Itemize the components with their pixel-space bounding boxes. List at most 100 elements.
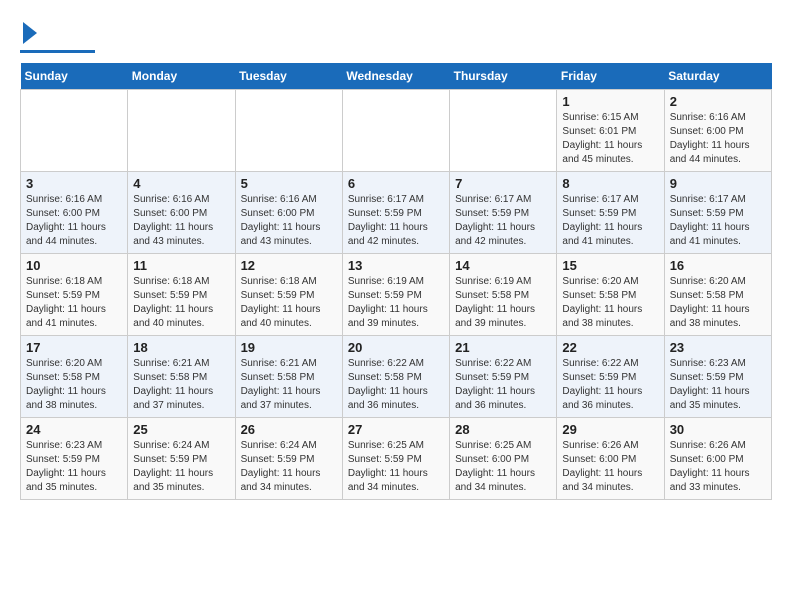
day-number: 25 [133, 422, 229, 437]
calendar-day-cell: 9 Sunrise: 6:17 AMSunset: 5:59 PMDaylight… [664, 172, 771, 254]
calendar-day-cell: 24 Sunrise: 6:23 AMSunset: 5:59 PMDayligh… [21, 418, 128, 500]
calendar-day-cell: 16 Sunrise: 6:20 AMSunset: 5:58 PMDayligh… [664, 254, 771, 336]
calendar-day-cell: 25Sunrise: 6:24 AMSunset: 5:59 PMDayligh… [128, 418, 235, 500]
day-info: Sunrise: 6:17 AMSunset: 5:59 PMDaylight:… [670, 193, 766, 249]
calendar-week-row: 1 Sunrise: 6:15 AMSunset: 6:01 PMDaylight… [21, 90, 772, 172]
calendar-table: SundayMondayTuesdayWednesdayThursdayFrid… [20, 63, 772, 500]
day-number: 17 [26, 340, 122, 355]
calendar-day-cell: 22 Sunrise: 6:22 AMSunset: 5:59 PMDayligh… [557, 336, 664, 418]
day-of-week-header: Sunday [21, 63, 128, 90]
day-info: Sunrise: 6:17 AMSunset: 5:59 PMDaylight:… [455, 193, 551, 249]
day-info: Sunrise: 6:22 AMSunset: 5:59 PMDaylight:… [562, 357, 658, 413]
calendar-day-cell [21, 90, 128, 172]
day-number: 28 [455, 422, 551, 437]
day-number: 29 [562, 422, 658, 437]
calendar-day-cell: 5 Sunrise: 6:16 AMSunset: 6:00 PMDaylight… [235, 172, 342, 254]
calendar-day-cell: 2 Sunrise: 6:16 AMSunset: 6:00 PMDaylight… [664, 90, 771, 172]
day-of-week-header: Wednesday [342, 63, 449, 90]
day-number: 6 [348, 176, 444, 191]
day-info: Sunrise: 6:21 AMSunset: 5:58 PMDaylight:… [133, 357, 229, 413]
calendar-day-cell: 30 Sunrise: 6:26 AMSunset: 6:00 PMDayligh… [664, 418, 771, 500]
calendar-day-cell: 3 Sunrise: 6:16 AMSunset: 6:00 PMDaylight… [21, 172, 128, 254]
calendar-day-cell: 27 Sunrise: 6:25 AMSunset: 5:59 PMDayligh… [342, 418, 449, 500]
day-number: 4 [133, 176, 229, 191]
calendar-day-cell: 28 Sunrise: 6:25 AMSunset: 6:00 PMDayligh… [450, 418, 557, 500]
day-of-week-header: Monday [128, 63, 235, 90]
day-number: 2 [670, 94, 766, 109]
day-info: Sunrise: 6:22 AMSunset: 5:58 PMDaylight:… [348, 357, 444, 413]
day-info: Sunrise: 6:16 AMSunset: 6:00 PMDaylight:… [670, 111, 766, 167]
calendar-day-cell: 15Sunrise: 6:20 AMSunset: 5:58 PMDayligh… [557, 254, 664, 336]
day-number: 22 [562, 340, 658, 355]
day-of-week-header: Thursday [450, 63, 557, 90]
calendar-day-cell [128, 90, 235, 172]
day-number: 15 [562, 258, 658, 273]
day-info: Sunrise: 6:18 AMSunset: 5:59 PMDaylight:… [241, 275, 337, 331]
day-info: Sunrise: 6:16 AMSunset: 6:00 PMDaylight:… [133, 193, 229, 249]
day-info: Sunrise: 6:20 AMSunset: 5:58 PMDaylight:… [26, 357, 122, 413]
calendar-day-cell: 29 Sunrise: 6:26 AMSunset: 6:00 PMDayligh… [557, 418, 664, 500]
calendar-day-cell [235, 90, 342, 172]
day-info: Sunrise: 6:16 AMSunset: 6:00 PMDaylight:… [241, 193, 337, 249]
day-info: Sunrise: 6:23 AMSunset: 5:59 PMDaylight:… [670, 357, 766, 413]
day-info: Sunrise: 6:17 AMSunset: 5:59 PMDaylight:… [562, 193, 658, 249]
calendar-day-cell: 23 Sunrise: 6:23 AMSunset: 5:59 PMDayligh… [664, 336, 771, 418]
calendar-week-row: 3 Sunrise: 6:16 AMSunset: 6:00 PMDaylight… [21, 172, 772, 254]
day-info: Sunrise: 6:23 AMSunset: 5:59 PMDaylight:… [26, 439, 122, 495]
day-info: Sunrise: 6:19 AMSunset: 5:59 PMDaylight:… [348, 275, 444, 331]
day-info: Sunrise: 6:24 AMSunset: 5:59 PMDaylight:… [241, 439, 337, 495]
day-number: 9 [670, 176, 766, 191]
calendar-week-row: 17 Sunrise: 6:20 AMSunset: 5:58 PMDayligh… [21, 336, 772, 418]
day-of-week-header: Tuesday [235, 63, 342, 90]
calendar-day-cell [342, 90, 449, 172]
day-number: 19 [241, 340, 337, 355]
day-number: 13 [348, 258, 444, 273]
calendar-day-cell: 11Sunrise: 6:18 AMSunset: 5:59 PMDayligh… [128, 254, 235, 336]
calendar-header-row: SundayMondayTuesdayWednesdayThursdayFrid… [21, 63, 772, 90]
day-number: 26 [241, 422, 337, 437]
day-number: 1 [562, 94, 658, 109]
calendar-day-cell: 21 Sunrise: 6:22 AMSunset: 5:59 PMDayligh… [450, 336, 557, 418]
day-number: 16 [670, 258, 766, 273]
day-info: Sunrise: 6:25 AMSunset: 6:00 PMDaylight:… [455, 439, 551, 495]
day-number: 30 [670, 422, 766, 437]
day-number: 18 [133, 340, 229, 355]
day-info: Sunrise: 6:17 AMSunset: 5:59 PMDaylight:… [348, 193, 444, 249]
day-number: 21 [455, 340, 551, 355]
day-number: 27 [348, 422, 444, 437]
calendar-day-cell: 10Sunrise: 6:18 AMSunset: 5:59 PMDayligh… [21, 254, 128, 336]
calendar-week-row: 24 Sunrise: 6:23 AMSunset: 5:59 PMDayligh… [21, 418, 772, 500]
calendar-day-cell: 8 Sunrise: 6:17 AMSunset: 5:59 PMDaylight… [557, 172, 664, 254]
logo-arrow-icon [23, 22, 37, 44]
day-info: Sunrise: 6:25 AMSunset: 5:59 PMDaylight:… [348, 439, 444, 495]
day-info: Sunrise: 6:22 AMSunset: 5:59 PMDaylight:… [455, 357, 551, 413]
calendar-day-cell: 19Sunrise: 6:21 AMSunset: 5:58 PMDayligh… [235, 336, 342, 418]
calendar-day-cell: 20 Sunrise: 6:22 AMSunset: 5:58 PMDayligh… [342, 336, 449, 418]
day-number: 14 [455, 258, 551, 273]
day-of-week-header: Friday [557, 63, 664, 90]
day-info: Sunrise: 6:18 AMSunset: 5:59 PMDaylight:… [133, 275, 229, 331]
calendar-day-cell: 18 Sunrise: 6:21 AMSunset: 5:58 PMDayligh… [128, 336, 235, 418]
calendar-day-cell: 12Sunrise: 6:18 AMSunset: 5:59 PMDayligh… [235, 254, 342, 336]
day-number: 23 [670, 340, 766, 355]
day-info: Sunrise: 6:19 AMSunset: 5:58 PMDaylight:… [455, 275, 551, 331]
day-of-week-header: Saturday [664, 63, 771, 90]
day-number: 5 [241, 176, 337, 191]
calendar-day-cell [450, 90, 557, 172]
day-info: Sunrise: 6:20 AMSunset: 5:58 PMDaylight:… [670, 275, 766, 331]
day-number: 20 [348, 340, 444, 355]
day-info: Sunrise: 6:15 AMSunset: 6:01 PMDaylight:… [562, 111, 658, 167]
calendar-day-cell: 13 Sunrise: 6:19 AMSunset: 5:59 PMDayligh… [342, 254, 449, 336]
day-info: Sunrise: 6:16 AMSunset: 6:00 PMDaylight:… [26, 193, 122, 249]
logo-underline [20, 50, 95, 53]
day-number: 24 [26, 422, 122, 437]
day-number: 3 [26, 176, 122, 191]
calendar-week-row: 10 Sunrise: 6:18 AMSunset: 5:59 PMDayligh… [21, 254, 772, 336]
day-info: Sunrise: 6:26 AMSunset: 6:00 PMDaylight:… [562, 439, 658, 495]
day-number: 8 [562, 176, 658, 191]
day-number: 10 [26, 258, 122, 273]
calendar-day-cell: 7Sunrise: 6:17 AMSunset: 5:59 PMDaylight… [450, 172, 557, 254]
logo [20, 20, 95, 53]
calendar-day-cell: 1 Sunrise: 6:15 AMSunset: 6:01 PMDaylight… [557, 90, 664, 172]
day-info: Sunrise: 6:26 AMSunset: 6:00 PMDaylight:… [670, 439, 766, 495]
